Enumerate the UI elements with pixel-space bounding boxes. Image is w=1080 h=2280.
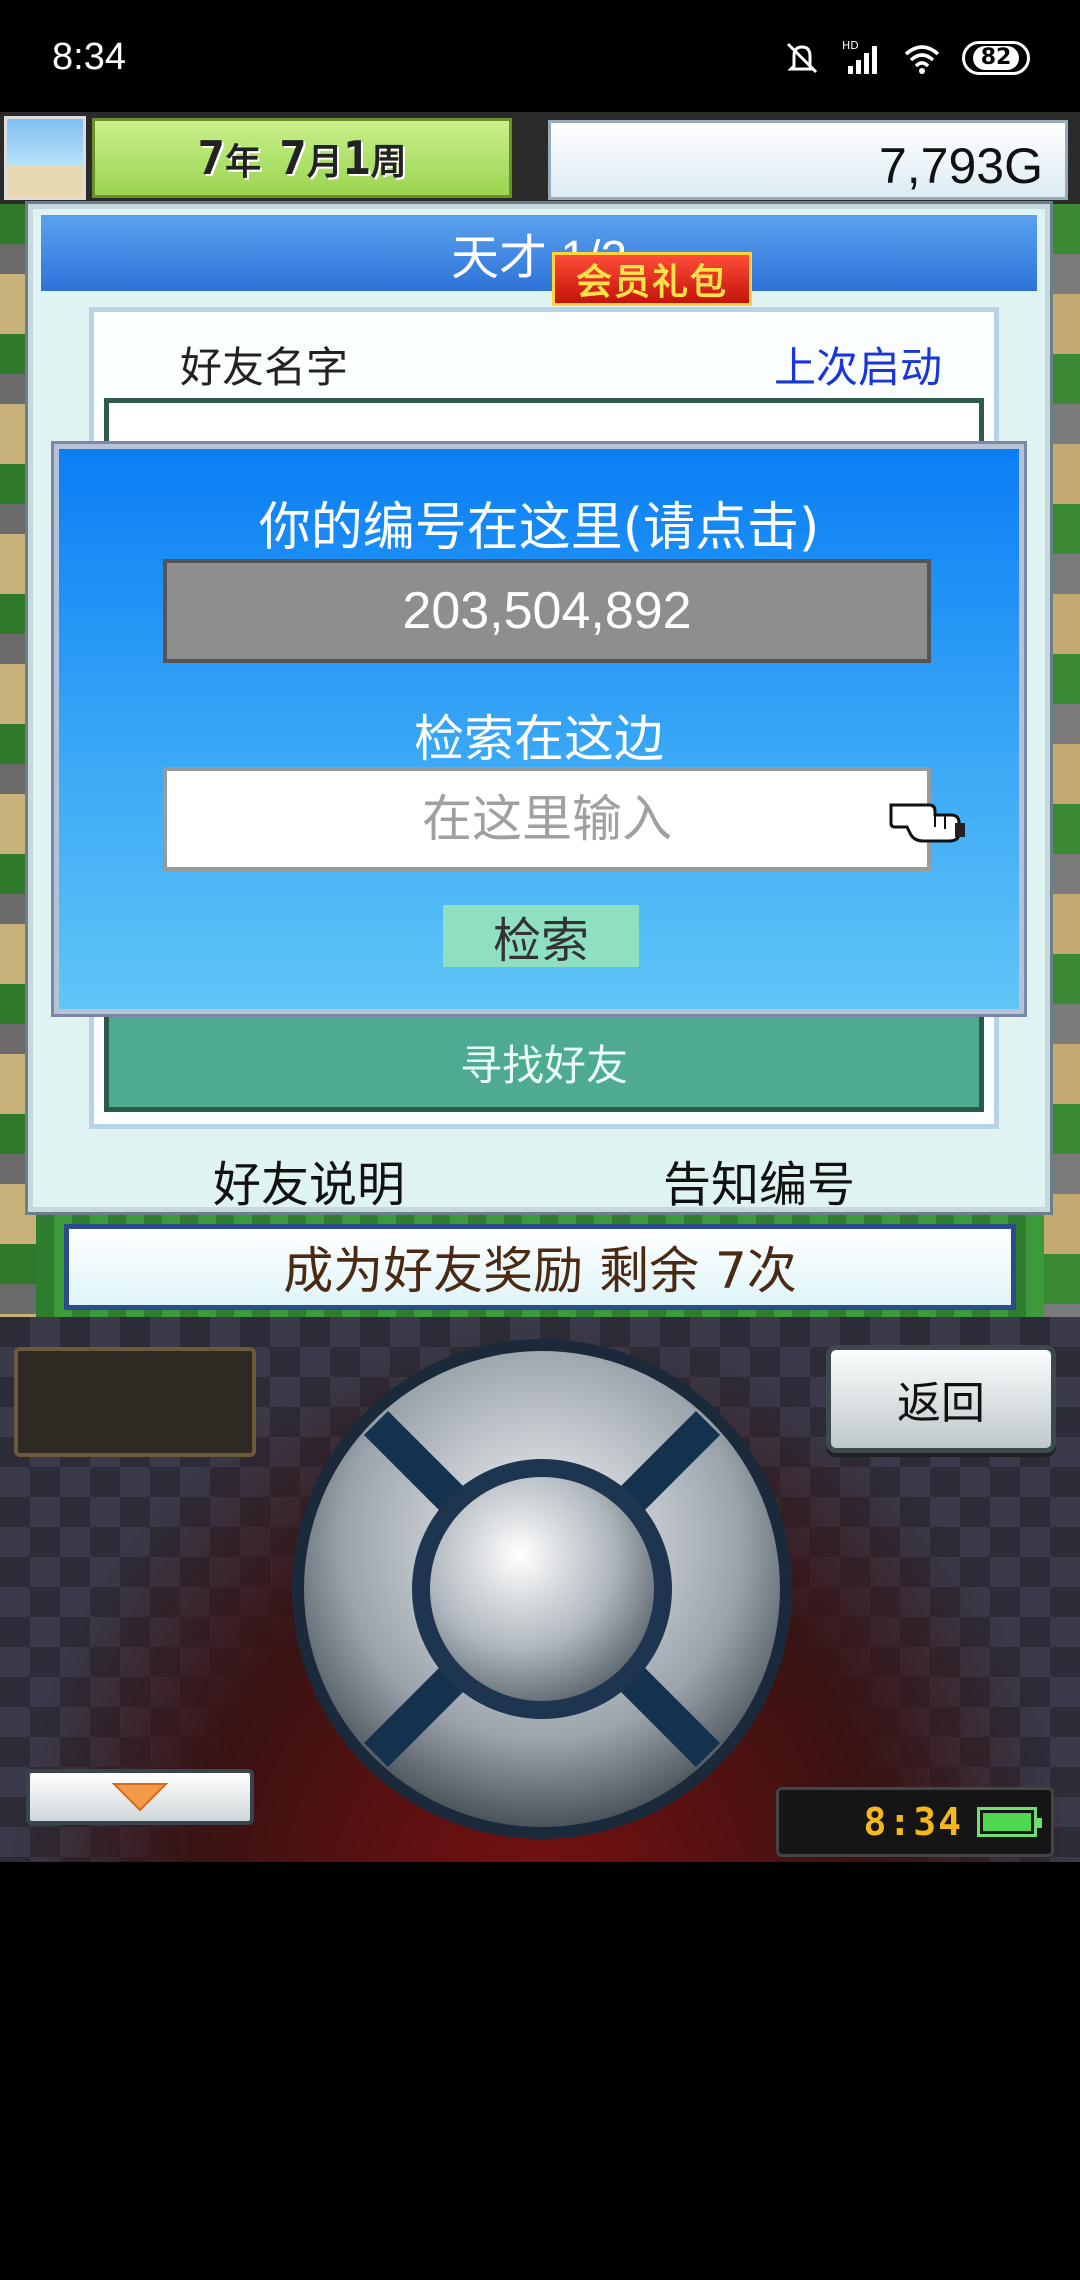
mute-icon: [786, 42, 818, 74]
status-icons: HD 82: [782, 36, 1030, 80]
money-panel: 7,793G: [548, 120, 1068, 200]
date-week-unit: 周: [370, 142, 407, 183]
game-battery-icon: [977, 1807, 1042, 1837]
controller-screen: [14, 1347, 256, 1457]
game-clock: 8:34: [863, 1800, 963, 1844]
share-id-button[interactable]: 告知编号: [663, 1145, 855, 1215]
virtual-controller: 返回 8:34: [0, 1317, 1080, 1862]
date-month: 7: [279, 131, 307, 185]
status-bar: 8:34 HD 82: [0, 0, 1080, 112]
dpad-center-button[interactable]: [430, 1477, 654, 1701]
column-friend-name: 好友名字: [180, 343, 349, 392]
search-title: 检索在这边: [414, 710, 664, 768]
column-last-launch: 上次启动: [773, 343, 942, 392]
network-label: HD: [842, 39, 859, 52]
wifi-icon: [904, 45, 940, 74]
your-id-value[interactable]: 203,504,892: [163, 559, 931, 663]
game-top-bar: 7年 7月1周 7,793G: [0, 112, 1080, 204]
chevron-down-icon: [112, 1783, 168, 1812]
menu-toggle-button[interactable]: [26, 1769, 254, 1825]
battery-level: 82: [972, 46, 1020, 70]
date-month-unit: 月: [306, 142, 343, 183]
battery-icon: 82: [962, 41, 1030, 75]
search-button[interactable]: 检索: [443, 905, 639, 969]
friend-id-search-input[interactable]: [163, 767, 931, 871]
id-search-popup: 你的编号在这里(请点击) 203,504,892 检索在这边 检索: [54, 444, 1024, 1014]
date-week: 1: [342, 131, 371, 185]
game-date: 7年 7月1周: [92, 118, 512, 198]
dpad[interactable]: [290, 1337, 795, 1842]
your-id-title: 你的编号在这里(请点击): [258, 498, 820, 558]
pointing-hand-icon: [889, 803, 965, 843]
find-friend-button[interactable]: 寻找好友: [104, 1012, 984, 1112]
status-time: 8:34: [52, 36, 126, 78]
game-clock-panel: 8:34: [776, 1787, 1054, 1857]
back-button[interactable]: 返回: [826, 1345, 1056, 1453]
friend-bonus-bar: 成为好友奖励 剩余 7次: [64, 1224, 1016, 1310]
weather-icon[interactable]: [4, 116, 86, 200]
friends-panel-title: 天才 1/2: [41, 215, 1037, 291]
date-year: 7: [197, 131, 226, 185]
money-amount: 7,793G: [878, 138, 1043, 194]
vip-pack-button[interactable]: 会员礼包: [552, 252, 752, 306]
signal-icon: HD: [842, 39, 877, 74]
date-year-unit: 年: [225, 142, 262, 183]
game-viewport: 7年 7月1周 7,793G 天才 1/2 好友名字 上次启动 寻找好友 好友说…: [0, 112, 1080, 1317]
friend-help-button[interactable]: 好友说明: [213, 1145, 405, 1215]
